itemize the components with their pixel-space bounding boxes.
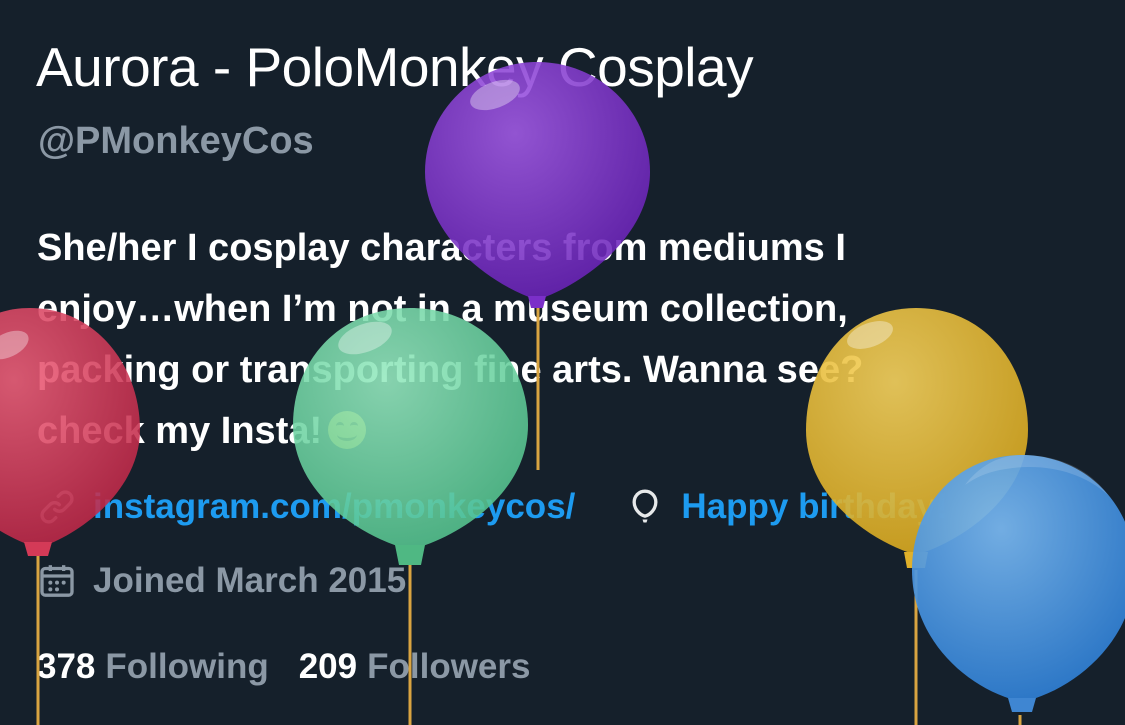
joined-date-row: Joined March 2015 <box>37 558 406 604</box>
birthday-text: Happy birthday! <box>681 487 948 526</box>
follow-stats: 378 Following 209 Followers <box>37 642 560 692</box>
birthday-item: Happy birthday! <box>625 487 948 527</box>
profile-header: Aurora - PoloMonkey Cosplay @PMonkeyCos … <box>0 0 1125 725</box>
bio-line: packing or transporting fine arts. Wanna… <box>37 349 864 391</box>
website-link-text: instagram.com/pmonkeycos/ <box>93 487 576 526</box>
balloon-icon <box>632 489 658 523</box>
link-icon <box>40 490 74 524</box>
following-count: 378 <box>37 647 96 686</box>
bio-line-text: check my Insta! <box>37 410 323 452</box>
profile-meta-row: instagram.com/pmonkeycos/ Happy birthday… <box>37 484 948 530</box>
following-link[interactable]: 378 Following <box>37 647 269 687</box>
profile-bio: She/her I cosplay characters from medium… <box>37 218 1067 462</box>
joined-date-text: Joined March 2015 <box>93 561 407 600</box>
followers-link[interactable]: 209 Followers <box>299 647 531 687</box>
followers-count: 209 <box>298 647 358 686</box>
calendar-icon <box>40 565 74 597</box>
smiling-face-emoji <box>328 411 367 449</box>
following-label: Following <box>105 647 269 686</box>
website-link[interactable]: instagram.com/pmonkeycos/ <box>37 487 575 527</box>
display-name: Aurora - PoloMonkey Cosplay <box>36 36 754 98</box>
bio-line: She/her I cosplay characters from medium… <box>37 227 846 269</box>
user-handle: @PMonkeyCos <box>38 120 314 162</box>
followers-label: Followers <box>367 647 531 686</box>
bio-line: check my Insta! <box>37 401 1067 462</box>
bio-line: enjoy…when I’m not in a museum collectio… <box>37 288 848 330</box>
